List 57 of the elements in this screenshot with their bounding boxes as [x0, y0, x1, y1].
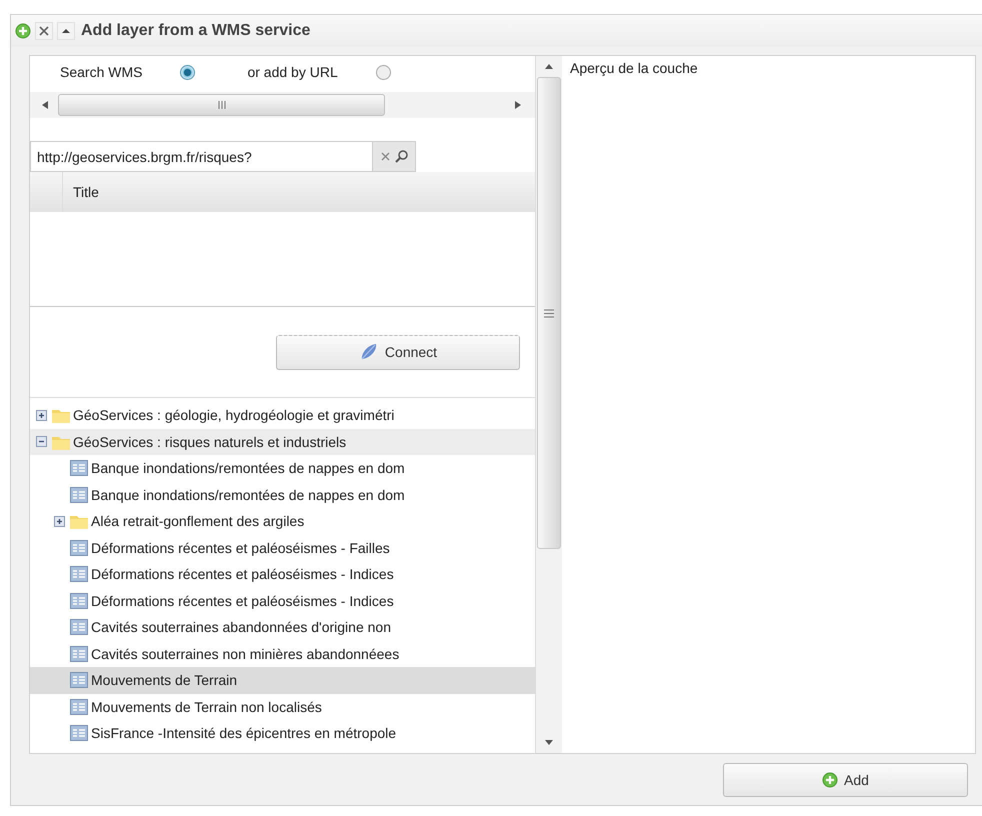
clear-icon[interactable]	[380, 152, 390, 161]
url-field[interactable]: http://geoservices.brgm.fr/risques?	[30, 141, 373, 172]
tree-item[interactable]: Mouvements de Terrain non localisés	[30, 694, 535, 720]
scroll-thumb[interactable]	[537, 77, 561, 549]
radio-button[interactable]	[180, 64, 196, 80]
tree-item[interactable]: Cavités souterraines non minières abandonnéees	[30, 640, 535, 667]
tree-item[interactable]: Déformations récentes et paléoséismes - Failles	[30, 534, 535, 561]
feather-icon	[358, 342, 379, 362]
add-icon	[822, 772, 838, 788]
tree-item[interactable]: Banque inondations/remontées de nappes en dom	[30, 455, 535, 482]
add-button[interactable]: Add	[723, 762, 968, 796]
expand-icon[interactable]	[54, 516, 65, 527]
vertical-scrollbar[interactable]	[535, 56, 562, 753]
layer-icon	[70, 540, 88, 556]
grip-icon	[218, 101, 226, 109]
layer-icon	[70, 566, 88, 582]
grip-icon	[544, 308, 554, 318]
tree-item[interactable]: GéoServices : risques naturels et industriels	[30, 428, 535, 455]
layer-icon	[70, 646, 88, 662]
layer-icon	[70, 725, 88, 742]
tree-item[interactable]: Mouvements de Terrain	[30, 667, 535, 694]
preview-title: Aperçu de la couche	[570, 60, 699, 76]
radio-button[interactable]	[376, 64, 391, 80]
layer-icon	[70, 486, 88, 503]
close-button[interactable]	[35, 22, 53, 40]
tree-item[interactable]: Aléa retrait-gonflement des argiles	[30, 508, 535, 534]
collapse-icon[interactable]	[36, 436, 47, 448]
scroll-up-icon[interactable]	[545, 64, 553, 69]
scroll-left-icon[interactable]	[42, 101, 48, 109]
folder-icon	[52, 407, 70, 424]
radio-label: Search WMS	[60, 64, 142, 80]
caret-icon	[61, 26, 71, 36]
layer-icon	[70, 672, 88, 688]
expand-icon[interactable]	[36, 410, 47, 421]
horizontal-scrollbar[interactable]	[30, 92, 535, 118]
connect-button[interactable]: Connect	[276, 334, 520, 370]
add-icon[interactable]	[15, 23, 31, 39]
layer-icon	[70, 460, 88, 476]
layer-icon	[70, 592, 88, 609]
window-title: Add layer from a WMS service	[81, 22, 310, 40]
tree-item[interactable]: Déformations récentes et paléoséismes - Indices	[30, 588, 535, 614]
search-icon[interactable]	[394, 150, 408, 163]
radio-label: or add by URL	[247, 64, 338, 80]
column-header[interactable]: Title	[63, 172, 99, 212]
close-icon	[39, 26, 49, 36]
tree-item[interactable]: Déformations récentes et paléoséismes - Indices	[30, 561, 535, 588]
layer-icon	[70, 619, 88, 636]
scroll-down-icon[interactable]	[545, 740, 553, 745]
tree-item[interactable]: SisFrance -Intensité des épicentres en métropole	[30, 720, 535, 746]
scroll-right-icon[interactable]	[515, 101, 521, 109]
tree-item[interactable]: Cavités souterraines abandonnées d'origine non	[30, 614, 535, 640]
tree-item[interactable]: Banque inondations/remontées de nappes en dom	[30, 482, 535, 508]
folder-icon	[70, 513, 88, 530]
tree-item[interactable]: GéoServices : géologie, hydrogéologie et gravimétri	[30, 402, 535, 428]
scroll-thumb[interactable]	[58, 94, 385, 116]
layer-icon	[70, 698, 88, 715]
collapse-button[interactable]	[57, 22, 75, 40]
